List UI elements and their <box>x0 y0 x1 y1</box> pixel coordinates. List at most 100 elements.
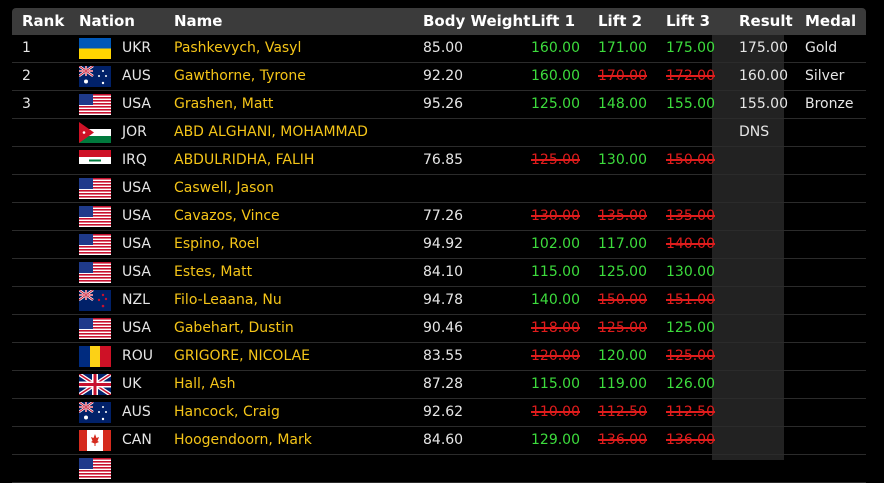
result-cell: 155.00 <box>739 96 788 112</box>
nation-cell: USA <box>122 208 151 224</box>
nation-cell: UKR <box>122 40 152 56</box>
body-weight-cell: 84.60 <box>423 432 464 448</box>
lift1-cell: 110.00 <box>531 404 580 420</box>
new-zealand-flag <box>79 290 111 311</box>
lift2-cell: 135.00 <box>598 208 647 224</box>
lift2-cell: 120.00 <box>598 348 647 364</box>
header-nation[interactable]: Nation <box>79 12 135 30</box>
result-cell: 175.00 <box>739 40 788 56</box>
body-weight-cell: 87.28 <box>423 376 464 392</box>
romania-flag <box>79 346 111 367</box>
header-medal[interactable]: Medal <box>805 12 856 30</box>
lift1-cell: 160.00 <box>531 40 580 56</box>
medal-cell: Bronze <box>805 96 854 112</box>
nation-cell: JOR <box>122 124 147 140</box>
table-row[interactable]: USA Gabehart, Dustin 90.46 118.00 125.00 125.… <box>12 315 866 343</box>
nation-cell: USA <box>122 264 151 280</box>
table-row[interactable]: 2 AUS Gawthorne, Tyrone 92.20 160.00 170.00 17… <box>12 63 866 91</box>
lift3-cell: 150.00 <box>666 152 715 168</box>
table-row[interactable]: UK Hall, Ash 87.28 115.00 119.00 126.00 <box>12 371 866 399</box>
results-table: Rank Nation Name Body Weight Lift 1 Lift… <box>0 0 884 483</box>
medal-cell: Gold <box>805 40 838 56</box>
nation-cell: AUS <box>122 404 151 420</box>
lift2-cell: 170.00 <box>598 68 647 84</box>
nation-cell: USA <box>122 236 151 252</box>
header-result[interactable]: Result <box>739 12 793 30</box>
lift3-cell: 151.00 <box>666 292 715 308</box>
athlete-name-link[interactable]: Caswell, Jason <box>174 180 274 196</box>
athlete-name-link[interactable]: Gabehart, Dustin <box>174 320 294 336</box>
athlete-name-link[interactable]: Hoogendoorn, Mark <box>174 432 312 448</box>
athlete-name-link[interactable]: Estes, Matt <box>174 264 252 280</box>
table-row[interactable]: AUS Hancock, Craig 92.62 110.00 112.50 112.50 <box>12 399 866 427</box>
lift3-cell: 155.00 <box>666 96 715 112</box>
lift2-cell: 125.00 <box>598 320 647 336</box>
iraq-flag <box>79 150 111 171</box>
header-lift3[interactable]: Lift 3 <box>666 12 710 30</box>
table-row[interactable]: CAN Hoogendoorn, Mark 84.60 129.00 136.00 136… <box>12 427 866 455</box>
table-row[interactable]: USA Espino, Roel 94.92 102.00 117.00 140.00 <box>12 231 866 259</box>
lift2-cell: 150.00 <box>598 292 647 308</box>
header-name[interactable]: Name <box>174 12 222 30</box>
table-row[interactable]: USA Caswell, Jason <box>12 175 866 203</box>
lift2-cell: 148.00 <box>598 96 647 112</box>
table-row[interactable]: NZL Filo-Leaana, Nu 94.78 140.00 150.00 151.0… <box>12 287 866 315</box>
athlete-name-link[interactable]: ABD ALGHANI, MOHAMMAD <box>174 124 368 140</box>
uk-flag <box>79 374 111 395</box>
table-row[interactable] <box>12 455 866 483</box>
table-body: 1 UKR Pashkevych, Vasyl 85.00 160.00 171.00 17… <box>12 35 866 483</box>
table-row[interactable]: USA Cavazos, Vince 77.26 130.00 135.00 135.00 <box>12 203 866 231</box>
lift3-cell: 172.00 <box>666 68 715 84</box>
table-row[interactable]: ROU GRIGORE, NICOLAE 83.55 120.00 120.00 125.… <box>12 343 866 371</box>
australia-flag <box>79 402 111 423</box>
lift1-cell: 120.00 <box>531 348 580 364</box>
table-row[interactable]: USA Estes, Matt 84.10 115.00 125.00 130.00 <box>12 259 866 287</box>
usa-flag <box>79 262 111 283</box>
nation-cell: UK <box>122 376 142 392</box>
lift3-cell: 130.00 <box>666 264 715 280</box>
body-weight-cell: 92.20 <box>423 68 464 84</box>
body-weight-cell: 76.85 <box>423 152 464 168</box>
lift2-cell: 125.00 <box>598 264 647 280</box>
lift3-cell: 136.00 <box>666 432 715 448</box>
table-row[interactable]: IRQ ABDULRIDHA, FALIH 76.85 125.00 130.00 150… <box>12 147 866 175</box>
usa-flag <box>79 458 111 479</box>
athlete-name-link[interactable]: Grashen, Matt <box>174 96 273 112</box>
header-body-weight[interactable]: Body Weight <box>423 12 530 30</box>
lift2-cell: 112.50 <box>598 404 647 420</box>
header-lift1[interactable]: Lift 1 <box>531 12 575 30</box>
athlete-name-link[interactable]: Espino, Roel <box>174 236 259 252</box>
athlete-name-link[interactable]: Filo-Leaana, Nu <box>174 292 282 308</box>
table-row[interactable]: 3 USA Grashen, Matt 95.26 125.00 148.00 155.00… <box>12 91 866 119</box>
nation-cell: NZL <box>122 292 150 308</box>
lift3-cell: 126.00 <box>666 376 715 392</box>
lift1-cell: 140.00 <box>531 292 580 308</box>
athlete-name-link[interactable]: Hall, Ash <box>174 376 236 392</box>
australia-flag <box>79 66 111 87</box>
usa-flag <box>79 318 111 339</box>
athlete-name-link[interactable]: Pashkevych, Vasyl <box>174 40 301 56</box>
nation-cell: CAN <box>122 432 152 448</box>
lift3-cell: 175.00 <box>666 40 715 56</box>
athlete-name-link[interactable]: Cavazos, Vince <box>174 208 280 224</box>
lift1-cell: 125.00 <box>531 152 580 168</box>
athlete-name-link[interactable]: GRIGORE, NICOLAE <box>174 348 310 364</box>
nation-cell: ROU <box>122 348 153 364</box>
rank-cell: 3 <box>22 96 31 112</box>
header-lift2[interactable]: Lift 2 <box>598 12 642 30</box>
canada-flag <box>79 430 111 451</box>
lift1-cell: 115.00 <box>531 376 580 392</box>
header-rank[interactable]: Rank <box>22 12 64 30</box>
body-weight-cell: 94.92 <box>423 236 464 252</box>
table-row[interactable]: 1 UKR Pashkevych, Vasyl 85.00 160.00 171.00 17… <box>12 35 866 63</box>
athlete-name-link[interactable]: ABDULRIDHA, FALIH <box>174 152 314 168</box>
table-row[interactable]: JOR ABD ALGHANI, MOHAMMAD DNS <box>12 119 866 147</box>
rank-cell: 1 <box>22 40 31 56</box>
athlete-name-link[interactable]: Hancock, Craig <box>174 404 280 420</box>
lift1-cell: 125.00 <box>531 96 580 112</box>
lift2-cell: 119.00 <box>598 376 647 392</box>
body-weight-cell: 85.00 <box>423 40 464 56</box>
body-weight-cell: 90.46 <box>423 320 464 336</box>
athlete-name-link[interactable]: Gawthorne, Tyrone <box>174 68 306 84</box>
body-weight-cell: 77.26 <box>423 208 464 224</box>
